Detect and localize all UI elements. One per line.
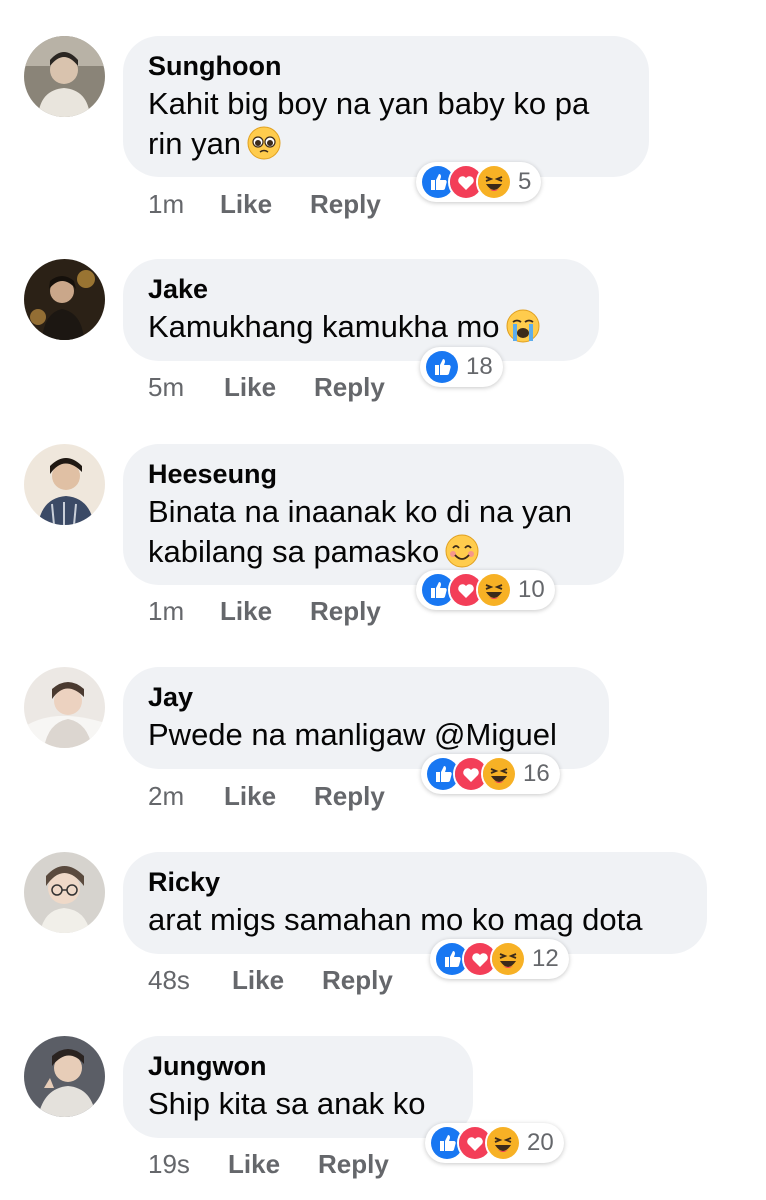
like-button[interactable]: Like <box>224 781 276 811</box>
haha-reaction-icon <box>476 164 512 200</box>
pleading-face-emoji <box>247 126 281 160</box>
comment-bubble: Jake Kamukhang kamukha mo <box>123 259 599 361</box>
comment-bubble: Sunghoon Kahit big boy na yan baby ko pa… <box>123 36 649 177</box>
timestamp: 5m <box>148 372 185 402</box>
timestamp: 1m <box>148 596 185 626</box>
reply-button[interactable]: Reply <box>310 596 381 626</box>
timestamp: 19s <box>148 1149 190 1179</box>
reaction-count: 12 <box>532 945 559 972</box>
comment-bubble: Heeseung Binata na inaanak ko di na yan k… <box>123 444 624 585</box>
avatar[interactable] <box>24 852 105 933</box>
haha-reaction-icon <box>485 1125 521 1161</box>
haha-reaction-icon <box>481 756 517 792</box>
like-button[interactable]: Like <box>228 1149 280 1179</box>
like-reaction-icon <box>424 349 460 385</box>
commenter-name[interactable]: Heeseung <box>148 458 598 490</box>
avatar[interactable] <box>24 36 105 117</box>
timestamp: 48s <box>148 965 190 995</box>
reaction-summary[interactable]: 10 <box>416 570 555 610</box>
comment-text: Pwede na manligaw @Miguel <box>148 717 557 752</box>
avatar[interactable] <box>24 444 105 525</box>
reaction-count: 20 <box>527 1129 554 1156</box>
avatar[interactable] <box>24 1036 105 1117</box>
timestamp: 1m <box>148 189 185 219</box>
reply-button[interactable]: Reply <box>322 965 393 995</box>
reaction-summary[interactable]: 12 <box>430 939 569 979</box>
reply-button[interactable]: Reply <box>314 372 385 402</box>
avatar[interactable] <box>24 259 105 340</box>
like-button[interactable]: Like <box>224 372 276 402</box>
haha-reaction-icon <box>490 941 526 977</box>
smiling-face-emoji <box>445 534 479 568</box>
reply-button[interactable]: Reply <box>314 781 385 811</box>
reaction-count: 16 <box>523 760 550 787</box>
reaction-count: 18 <box>466 353 493 380</box>
comment-text: Binata na inaanak ko di na yan kabilang s… <box>148 494 572 569</box>
reaction-summary[interactable]: 5 <box>416 162 542 202</box>
reaction-count: 5 <box>518 168 532 195</box>
reaction-summary[interactable]: 16 <box>421 754 560 794</box>
reaction-summary[interactable]: 18 <box>420 347 503 387</box>
commenter-name[interactable]: Jake <box>148 273 573 305</box>
reaction-summary[interactable]: 20 <box>425 1123 564 1163</box>
reply-button[interactable]: Reply <box>318 1149 389 1179</box>
like-button[interactable]: Like <box>220 189 272 219</box>
like-button[interactable]: Like <box>220 596 272 626</box>
comment-text: Kahit big boy na yan baby ko pa rin yan <box>148 86 590 161</box>
timestamp: 2m <box>148 781 185 811</box>
comment-bubble: Ricky arat migs samahan mo ko mag dota <box>123 852 707 954</box>
comments-page: { "comments": [ {"name": "Sunghoon", "li… <box>0 0 766 1200</box>
crying-face-emoji <box>506 309 540 343</box>
reaction-count: 10 <box>518 576 545 603</box>
reply-button[interactable]: Reply <box>310 189 381 219</box>
comment-text: arat migs samahan mo ko mag dota <box>148 902 643 937</box>
commenter-name[interactable]: Ricky <box>148 866 681 898</box>
comment-text: Ship kita sa anak ko <box>148 1086 426 1121</box>
commenter-name[interactable]: Jay <box>148 681 583 713</box>
comment-text: Kamukhang kamukha mo <box>148 307 573 347</box>
comment-bubble: Jungwon Ship kita sa anak ko <box>123 1036 473 1138</box>
commenter-name[interactable]: Sunghoon <box>148 50 623 82</box>
avatar[interactable] <box>24 667 105 748</box>
like-button[interactable]: Like <box>232 965 284 995</box>
haha-reaction-icon <box>476 572 512 608</box>
commenter-name[interactable]: Jungwon <box>148 1050 447 1082</box>
